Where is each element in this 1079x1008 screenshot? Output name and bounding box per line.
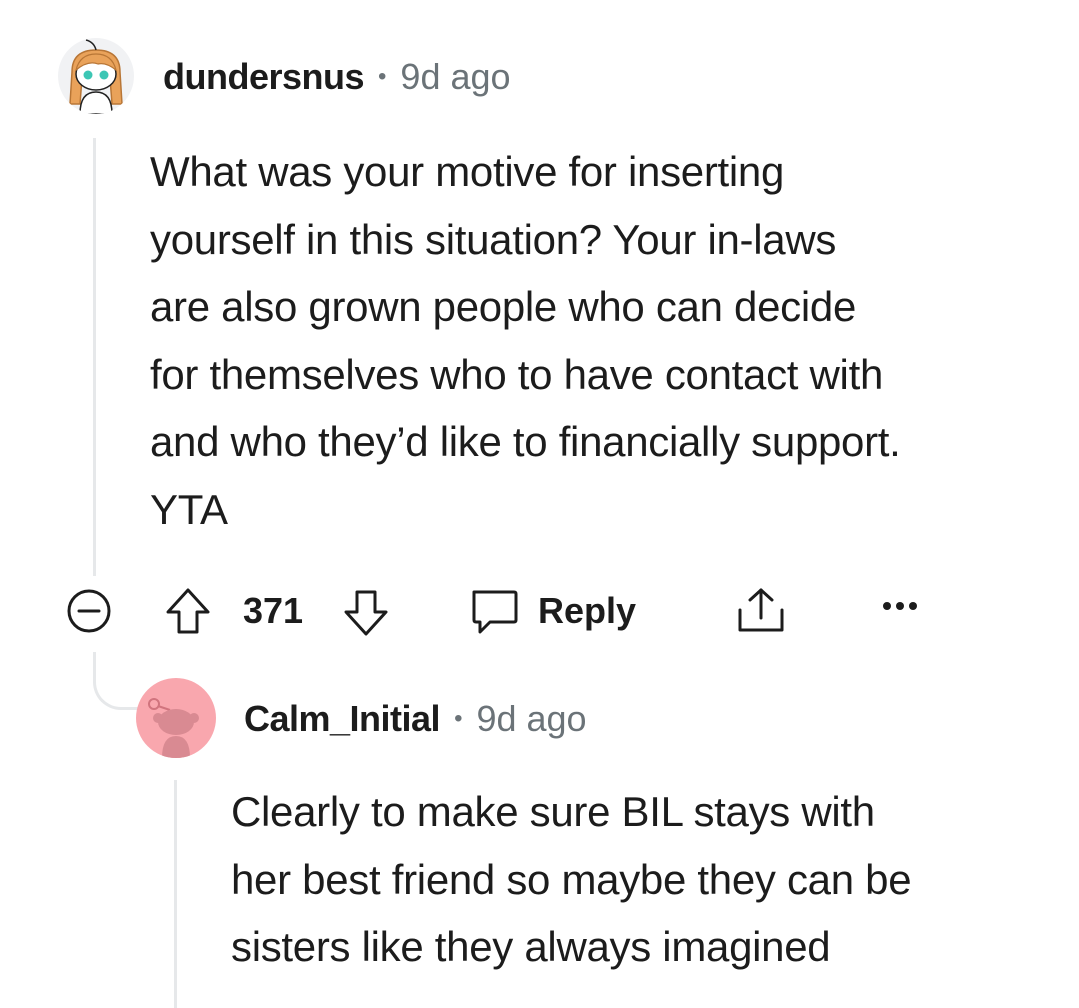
- vote-score: 371: [243, 590, 304, 631]
- upvote-button[interactable]: [164, 586, 212, 636]
- downvote-icon: [344, 590, 388, 636]
- reply-thread-line[interactable]: [174, 780, 177, 1008]
- separator-dot: •: [378, 63, 387, 90]
- thread-connector: [93, 652, 139, 710]
- reply-avatar[interactable]: [136, 678, 216, 758]
- share-icon: [738, 588, 784, 632]
- thread-line[interactable]: [93, 138, 96, 576]
- share-button[interactable]: [734, 586, 788, 636]
- reply-bubble-icon: [472, 590, 518, 634]
- comment-body: What was your motive for inserting yours…: [150, 148, 901, 533]
- upvote-icon: [166, 588, 210, 634]
- reply-label: Reply: [538, 590, 637, 631]
- collapse-icon: [67, 589, 111, 633]
- reply-timestamp[interactable]: 9d ago: [476, 698, 586, 740]
- reply-body: Clearly to make sure BIL stays with her …: [231, 788, 912, 970]
- snoo-avatar-icon: [69, 39, 123, 114]
- reply-header: Calm_Initial • 9d ago: [244, 698, 587, 740]
- reply-button[interactable]: Reply: [468, 586, 636, 636]
- separator-dot: •: [454, 705, 463, 732]
- timestamp[interactable]: 9d ago: [400, 56, 510, 98]
- more-button[interactable]: [880, 596, 920, 616]
- downvote-button[interactable]: [342, 588, 390, 638]
- reply-username[interactable]: Calm_Initial: [244, 698, 441, 740]
- username[interactable]: dundersnus: [163, 56, 365, 98]
- collapse-button[interactable]: [66, 588, 112, 634]
- comment-header: dundersnus • 9d ago: [163, 56, 511, 98]
- avatar[interactable]: [58, 38, 134, 114]
- more-icon: [883, 602, 917, 610]
- snoo-avatar-icon: [148, 698, 199, 758]
